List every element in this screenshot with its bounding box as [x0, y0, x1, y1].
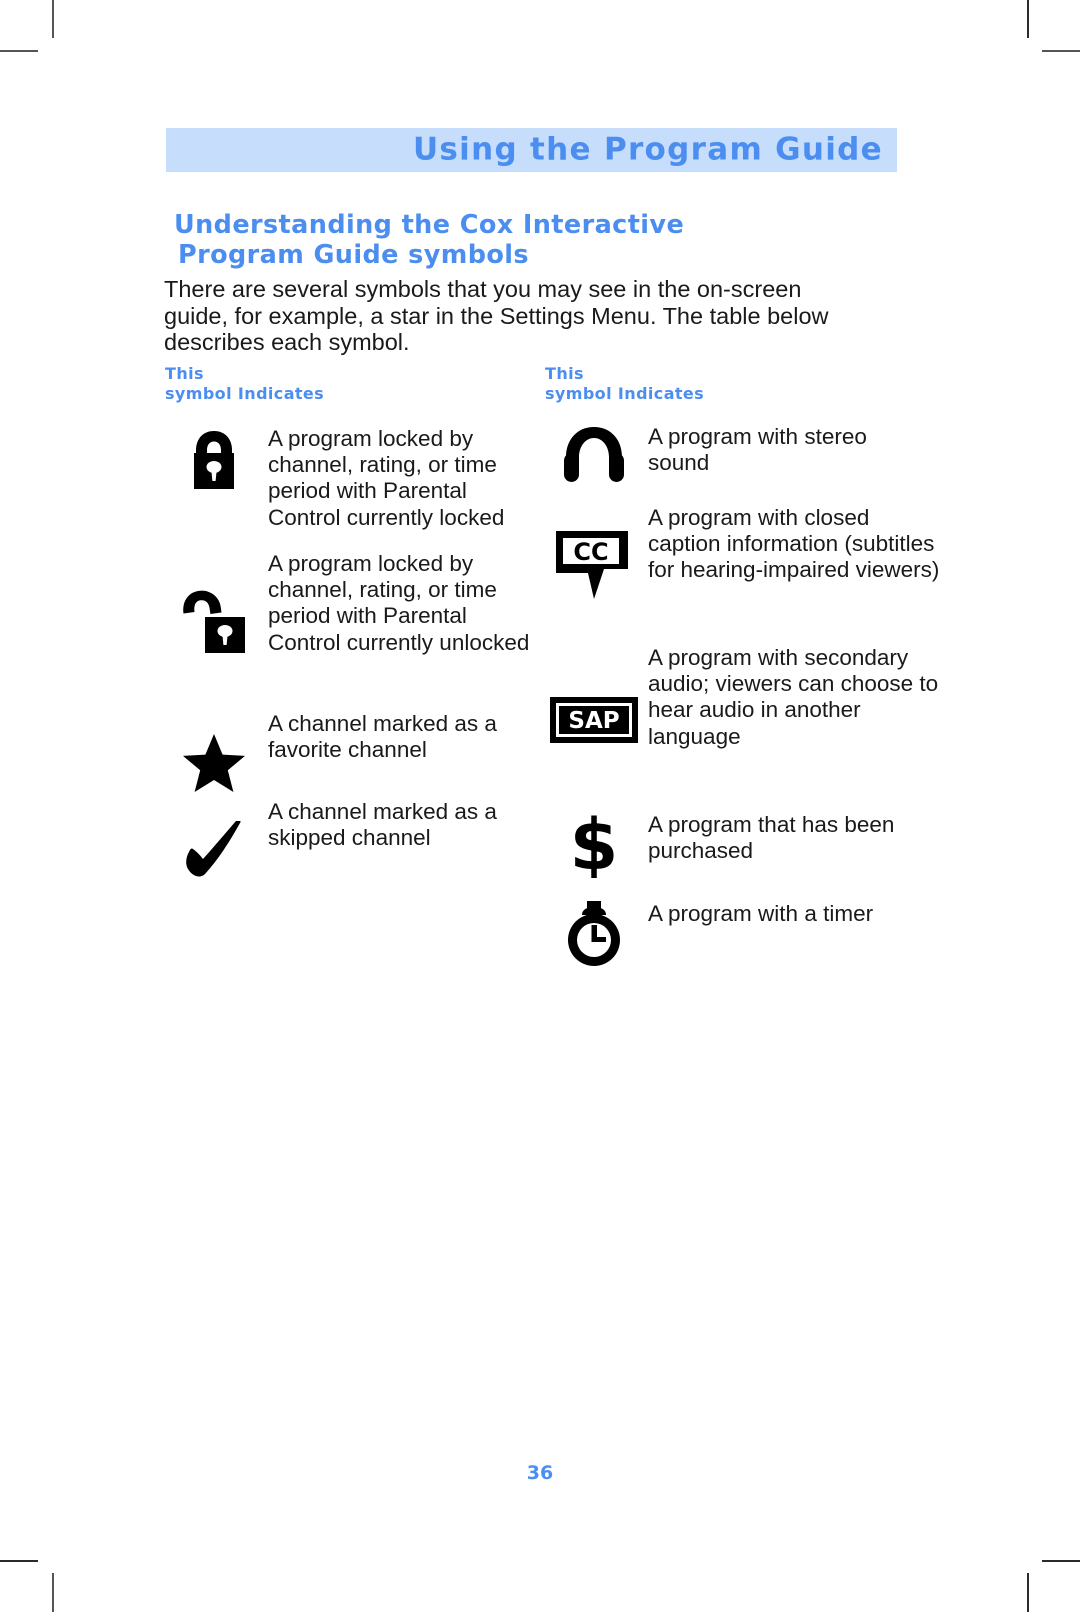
symbol-description: A program with stereo sound: [648, 424, 867, 476]
section-heading-line-2: Program Guide symbols: [178, 240, 529, 270]
closed-caption-label: CC: [573, 538, 608, 566]
table-header-left: This symbol Indicates: [165, 364, 324, 404]
checkmark-icon: [164, 821, 264, 883]
symbol-description: A channel marked as a favorite channel: [268, 711, 497, 763]
page-number: 36: [526, 1462, 554, 1484]
dollar-sign-icon: $: [544, 812, 644, 878]
table-row: A program with stereo sound: [544, 418, 924, 505]
symbol-description: A program locked by channel, rating, or …: [268, 551, 530, 655]
symbol-description: A channel marked as a skipped channel: [268, 799, 497, 851]
table-row: SAP A program with secondary audio; view…: [544, 645, 938, 810]
table-row: A program locked by channel, rating, or …: [164, 418, 544, 551]
padlock-closed-icon: [164, 426, 264, 496]
dollar-sign-glyph: $: [570, 812, 619, 878]
document-page: Using the Program Guide Understanding th…: [0, 0, 1080, 1612]
symbol-description: A program locked by channel, rating, or …: [268, 426, 505, 530]
symbol-table-right-column: A program with stereo sound CC A program…: [544, 418, 939, 977]
symbol-description: A program that has been purchased: [648, 812, 895, 864]
symbol-description: A program with closed caption informatio…: [648, 505, 940, 583]
table-header-right-line-1: This: [545, 364, 584, 383]
table-header-left-line-1: This: [165, 364, 204, 383]
symbol-description: A program with a timer: [648, 901, 874, 926]
table-row: CC A program with closed caption informa…: [544, 505, 939, 645]
table-row: A channel marked as a skipped channel: [164, 799, 544, 894]
intro-paragraph: There are several symbols that you may s…: [164, 276, 829, 355]
table-header-right: This symbol Indicates: [545, 364, 704, 404]
table-row: A program with a timer: [544, 897, 924, 977]
symbol-description: A program with secondary audio; viewers …: [648, 645, 939, 749]
padlock-open-icon: [164, 586, 264, 656]
sap-badge-label: SAP: [568, 708, 619, 734]
running-header-banner: Using the Program Guide: [166, 128, 897, 172]
table-row: A channel marked as a favorite channel: [164, 711, 544, 799]
symbol-table-left-column: A program locked by channel, rating, or …: [164, 418, 544, 894]
table-row: A program locked by channel, rating, or …: [164, 551, 544, 711]
section-heading: Understanding the Cox Interactive Progra…: [174, 210, 874, 270]
table-row: $ A program that has been purchased: [544, 810, 924, 897]
table-header-left-line-2: symbol Indicates: [165, 384, 325, 403]
closed-caption-icon: CC: [544, 529, 644, 603]
section-heading-line-1: Understanding the Cox Interactive: [174, 210, 685, 240]
stopwatch-timer-icon: [544, 901, 644, 967]
running-header-title: Using the Program Guide: [412, 131, 883, 168]
table-header-right-line-2: symbol Indicates: [545, 384, 705, 403]
star-icon: [164, 733, 264, 793]
headphones-icon: [544, 424, 644, 486]
sap-badge-icon: SAP: [544, 697, 644, 743]
